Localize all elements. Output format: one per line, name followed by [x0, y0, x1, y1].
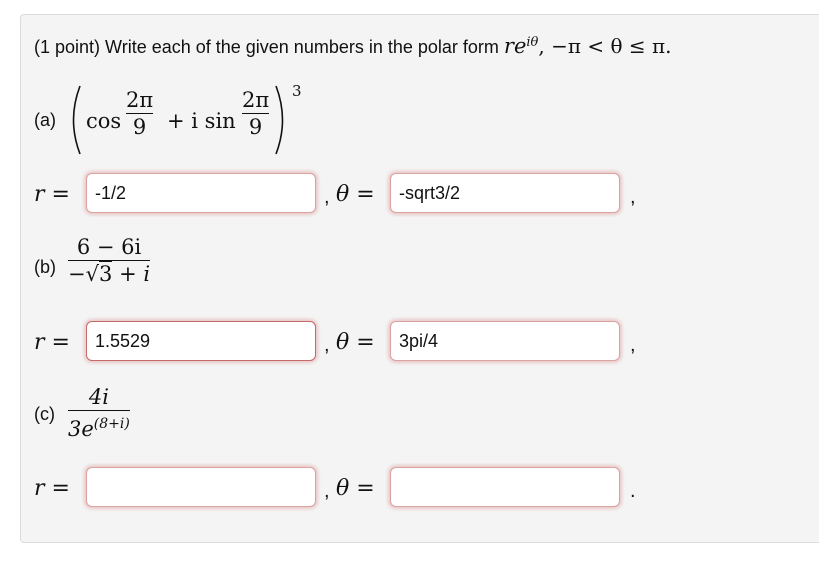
part-c-label: (c)	[34, 404, 55, 424]
part-a-comma: ,	[324, 186, 330, 208]
prompt-form-exponent: iθ	[526, 35, 539, 50]
part-b-expression: 6 − 6i −√3 + i	[68, 234, 151, 287]
sqrt-sign-icon: √	[85, 262, 99, 287]
cos-angle-numerator: 2π	[126, 88, 154, 112]
part-a-theta-label: θ =	[336, 182, 375, 207]
part-c-numerator: 4i	[88, 385, 109, 409]
part-b-r-input[interactable]	[86, 321, 316, 361]
part-c-r-input[interactable]	[86, 467, 316, 507]
part-a-r-input[interactable]	[86, 173, 316, 213]
right-paren-icon	[275, 85, 284, 155]
sqrt-radicand: 3	[99, 261, 113, 287]
part-b-r-label: r =	[34, 330, 70, 355]
cos-angle-denominator: 9	[132, 115, 147, 140]
prompt-form-r: r	[503, 34, 514, 58]
cos-word: cos	[86, 109, 122, 133]
part-a-theta-input[interactable]	[390, 173, 620, 213]
sin-angle-numerator: 2π	[242, 88, 270, 112]
part-b-label: (b)	[34, 257, 56, 277]
part-b-theta-input[interactable]	[390, 321, 620, 361]
part-b-comma: ,	[324, 334, 330, 356]
denominator-minus: −	[68, 262, 86, 287]
part-c-trailing: .	[630, 480, 636, 502]
denominator-exponent: (8+i)	[93, 416, 130, 433]
part-c-theta-input[interactable]	[390, 467, 620, 507]
sin-angle-fraction: 2π 9	[242, 87, 270, 140]
cos-angle-fraction: 2π 9	[126, 87, 154, 140]
part-a-r-label: r =	[34, 182, 70, 207]
part-c-denominator: 3e(8+i)	[68, 411, 130, 442]
part-c-r-label: r =	[34, 476, 70, 501]
left-paren-icon	[72, 85, 81, 155]
part-b-numerator: 6 − 6i	[76, 235, 142, 259]
denominator-rest: + i	[119, 262, 151, 287]
part-b-denominator: −√3 + i	[68, 261, 150, 287]
prompt-form-e: e	[513, 34, 527, 58]
part-b-theta-label: θ =	[336, 330, 375, 355]
part-c-theta-label: θ =	[336, 476, 375, 501]
plus-i-sin: + i sin	[167, 109, 236, 133]
part-a-trailing: ,	[630, 186, 636, 208]
part-c-expression: 4i 3e(8+i)	[68, 384, 130, 442]
prompt-range: , −π < θ ≤ π.	[538, 34, 672, 58]
problem-prompt: (1 point) Write each of the given number…	[34, 34, 671, 58]
part-c-comma: ,	[324, 480, 330, 502]
part-b-trailing: ,	[630, 334, 636, 356]
part-a-label: (a)	[34, 110, 56, 130]
sin-angle-denominator: 9	[248, 115, 263, 140]
denominator-base: 3e	[68, 417, 94, 442]
expression-power: 3	[292, 82, 302, 100]
prompt-text: (1 point) Write each of the given number…	[34, 37, 504, 57]
